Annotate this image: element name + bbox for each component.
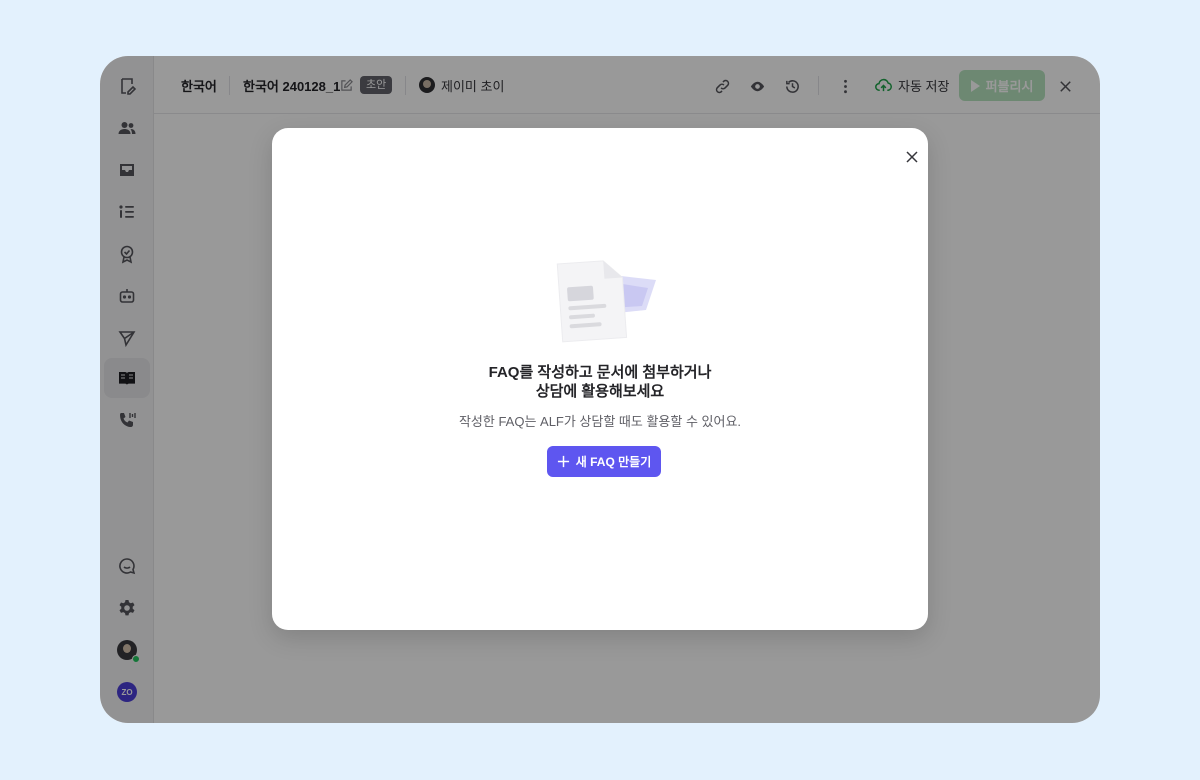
modal-title: FAQ를 작성하고 문서에 첨부하거나 상담에 활용해보세요 bbox=[272, 363, 928, 401]
modal-close-button[interactable] bbox=[902, 147, 922, 167]
close-icon bbox=[906, 151, 918, 163]
new-faq-button[interactable]: 새 FAQ 만들기 bbox=[547, 446, 661, 477]
faq-empty-modal: FAQ를 작성하고 문서에 첨부하거나 상담에 활용해보세요 작성한 FAQ는 … bbox=[272, 128, 928, 630]
modal-title-line2: 상담에 활용해보세요 bbox=[535, 383, 665, 400]
plus-icon bbox=[557, 455, 569, 468]
modal-subtitle: 작성한 FAQ는 ALF가 상담할 때도 활용할 수 있어요. bbox=[458, 414, 742, 429]
document-illustration-icon bbox=[556, 260, 656, 343]
modal-title-line1: FAQ를 작성하고 문서에 첨부하거나 bbox=[488, 364, 712, 381]
new-faq-label: 새 FAQ 만들기 bbox=[575, 455, 652, 469]
